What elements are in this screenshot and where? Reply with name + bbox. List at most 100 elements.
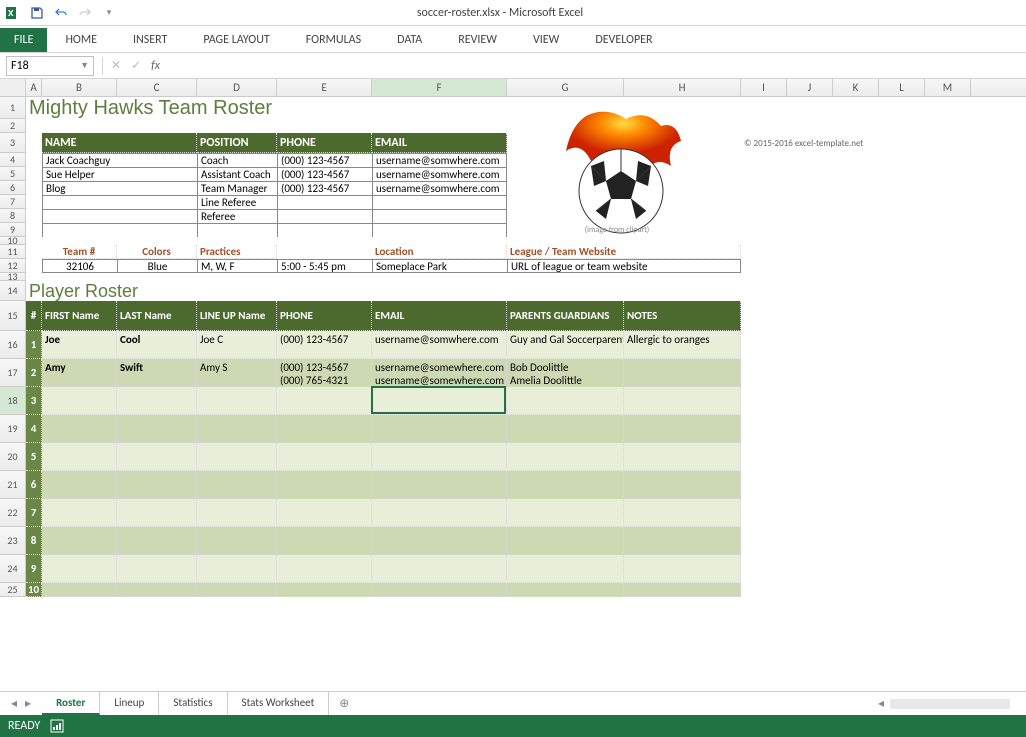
- tab-view[interactable]: VIEW: [515, 28, 577, 52]
- pr-phone[interactable]: [277, 499, 372, 527]
- pr-num[interactable]: 5: [26, 443, 42, 471]
- cell[interactable]: [372, 223, 507, 224]
- staff-position[interactable]: [197, 223, 277, 237]
- row-header-22[interactable]: 22: [0, 499, 26, 527]
- spreadsheet-grid[interactable]: ABCDEFGHIJKLM 12345678910111213141516171…: [0, 79, 1026, 691]
- pr-first[interactable]: [42, 499, 117, 527]
- sheet-nav[interactable]: ◂▸: [8, 696, 34, 711]
- pr-notes[interactable]: [624, 387, 741, 415]
- staff-phone[interactable]: [277, 195, 372, 209]
- row-header-20[interactable]: 20: [0, 443, 26, 471]
- cell[interactable]: [42, 223, 117, 224]
- excel-icon[interactable]: [4, 4, 22, 22]
- pr-last[interactable]: [117, 499, 197, 527]
- staff-position[interactable]: Line Referee: [197, 195, 277, 209]
- pr-last[interactable]: [117, 555, 197, 583]
- hscroll-left-icon[interactable]: ◂: [878, 696, 884, 711]
- pr-lineup[interactable]: Amy S: [197, 359, 277, 387]
- row-header-4[interactable]: 4: [0, 153, 26, 167]
- pr-lineup[interactable]: [197, 415, 277, 443]
- pr-lineup[interactable]: [197, 387, 277, 415]
- pr-email[interactable]: username@somwhere.com: [372, 331, 507, 359]
- pr-last[interactable]: Cool: [117, 331, 197, 359]
- staff-email[interactable]: username@somwhere.com: [372, 167, 507, 181]
- pr-num[interactable]: 8: [26, 527, 42, 555]
- staff-phone[interactable]: (000) 123-4567: [277, 181, 372, 195]
- staff-phone[interactable]: (000) 123-4567: [277, 153, 372, 167]
- pr-lineup[interactable]: [197, 471, 277, 499]
- pr-email[interactable]: [372, 471, 507, 499]
- row-header-14[interactable]: 14: [0, 281, 26, 301]
- sheet-tab-roster[interactable]: Roster: [42, 692, 100, 715]
- tab-review[interactable]: REVIEW: [440, 28, 515, 52]
- staff-name[interactable]: Sue Helper: [42, 167, 197, 181]
- pr-num[interactable]: 7: [26, 499, 42, 527]
- pr-notes[interactable]: [624, 415, 741, 443]
- col-header-C[interactable]: C: [117, 79, 197, 96]
- pr-notes[interactable]: [624, 499, 741, 527]
- pr-num[interactable]: 9: [26, 555, 42, 583]
- pr-email[interactable]: username@somewhere.com username@somewher…: [372, 359, 507, 387]
- fx-icon[interactable]: fx: [151, 59, 160, 73]
- pr-last[interactable]: [117, 443, 197, 471]
- staff-email[interactable]: username@somwhere.com: [372, 153, 507, 167]
- pr-email[interactable]: [372, 583, 507, 597]
- cell[interactable]: [117, 223, 197, 224]
- staff-phone[interactable]: [277, 223, 372, 237]
- sheet-tab-stats-worksheet[interactable]: Stats Worksheet: [228, 692, 330, 715]
- pr-parents[interactable]: Guy and Gal Soccerparent: [507, 331, 624, 359]
- row-header-18[interactable]: 18: [0, 387, 26, 415]
- pr-parents[interactable]: [507, 499, 624, 527]
- row-header-1[interactable]: 1: [0, 97, 26, 119]
- meta-colors[interactable]: Blue: [117, 259, 197, 273]
- pr-num[interactable]: 6: [26, 471, 42, 499]
- pr-phone[interactable]: (000) 123-4567: [277, 331, 372, 359]
- meta-practices[interactable]: M, W, F: [197, 259, 277, 273]
- sheet-tab-lineup[interactable]: Lineup: [100, 692, 159, 715]
- pr-lineup[interactable]: [197, 583, 277, 597]
- pr-notes[interactable]: Allergic to oranges: [624, 331, 741, 359]
- row-header-17[interactable]: 17: [0, 359, 26, 387]
- col-header-B[interactable]: B: [42, 79, 117, 96]
- pr-notes[interactable]: [624, 583, 741, 597]
- pr-email[interactable]: [372, 555, 507, 583]
- col-header-L[interactable]: L: [879, 79, 925, 96]
- pr-notes[interactable]: [624, 555, 741, 583]
- row-header-11[interactable]: 11: [0, 245, 26, 259]
- pr-first[interactable]: [42, 443, 117, 471]
- row-header-7[interactable]: 7: [0, 195, 26, 209]
- pr-notes[interactable]: [624, 527, 741, 555]
- pr-num[interactable]: 3: [26, 387, 42, 415]
- col-header-M[interactable]: M: [925, 79, 971, 96]
- col-header-D[interactable]: D: [197, 79, 277, 96]
- pr-lineup[interactable]: [197, 443, 277, 471]
- staff-name[interactable]: [42, 209, 197, 223]
- col-header-J[interactable]: J: [787, 79, 833, 96]
- meta-team[interactable]: 32106: [42, 259, 117, 273]
- pr-phone[interactable]: [277, 555, 372, 583]
- pr-first[interactable]: [42, 527, 117, 555]
- pr-first[interactable]: [42, 387, 117, 415]
- cell[interactable]: [277, 223, 372, 224]
- qat-dropdown-icon[interactable]: ▾: [100, 4, 118, 22]
- col-header-A[interactable]: A: [26, 79, 42, 96]
- pr-last[interactable]: Swift: [117, 359, 197, 387]
- staff-email[interactable]: [372, 209, 507, 223]
- pr-lineup[interactable]: Joe C: [197, 331, 277, 359]
- row-header-6[interactable]: 6: [0, 181, 26, 195]
- pr-email[interactable]: [372, 499, 507, 527]
- tab-developer[interactable]: DEVELOPER: [577, 28, 670, 52]
- pr-first[interactable]: [42, 415, 117, 443]
- pr-num[interactable]: 10: [26, 583, 42, 597]
- pr-parents[interactable]: Bob Doolittle Amelia Doolittle: [507, 359, 624, 387]
- row-header-25[interactable]: 25: [0, 583, 26, 597]
- row-header-16[interactable]: 16: [0, 331, 26, 359]
- tab-page-layout[interactable]: PAGE LAYOUT: [185, 28, 287, 52]
- pr-notes[interactable]: [624, 471, 741, 499]
- meta-time[interactable]: 5:00 - 5:45 pm: [277, 259, 372, 273]
- staff-email[interactable]: username@somwhere.com: [372, 181, 507, 195]
- col-header-G[interactable]: G: [507, 79, 624, 96]
- macro-icon[interactable]: [50, 719, 64, 733]
- staff-name[interactable]: Jack Coachguy: [42, 153, 197, 167]
- pr-phone[interactable]: [277, 527, 372, 555]
